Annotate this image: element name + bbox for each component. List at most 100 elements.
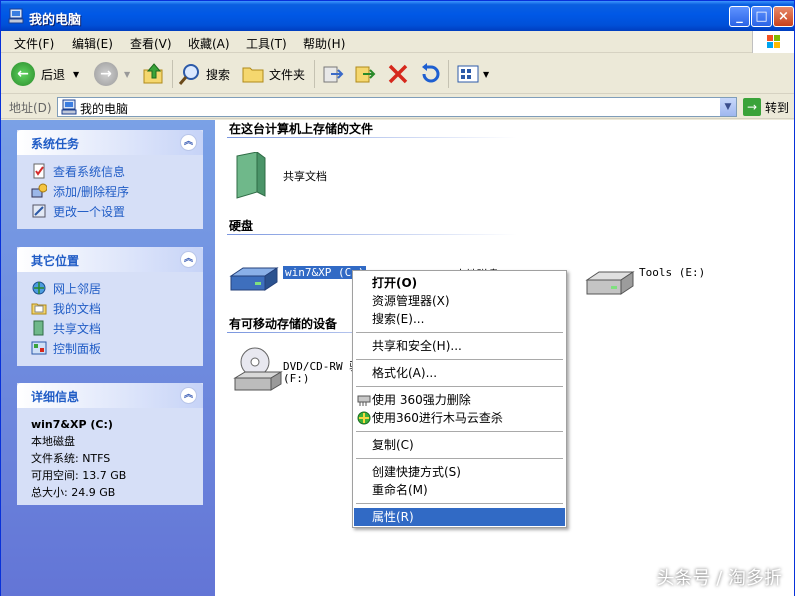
menu-view[interactable]: 查看(V) xyxy=(130,35,172,52)
network-globe-icon xyxy=(32,281,46,295)
collapse-chevron-icon[interactable]: ︽ xyxy=(180,251,197,268)
dvd-drive-label-line2[interactable]: (F:) xyxy=(283,372,310,385)
delete-button[interactable] xyxy=(386,61,410,87)
ctx-separator xyxy=(356,359,563,360)
other-places-box: 其它位置 ︽ 网上邻居 我的文档 共享文档 控制面板 xyxy=(17,247,203,366)
hard-drive-e-icon[interactable] xyxy=(585,270,635,298)
window-title: 我的电脑 xyxy=(29,13,82,28)
close-button[interactable]: × xyxy=(773,6,794,27)
place-label: 我的文档 xyxy=(53,301,102,316)
shredder-icon xyxy=(357,395,371,406)
chevron-down-icon: ▼ xyxy=(73,69,80,79)
system-tasks-header[interactable]: 系统任务 ︽ xyxy=(17,130,203,155)
section-stored-files: 在这台计算机上存储的文件 xyxy=(229,122,374,136)
hard-drive-c-icon[interactable] xyxy=(229,266,279,294)
place-control-panel[interactable]: 控制面板 xyxy=(31,338,193,358)
toolbar-separator xyxy=(172,60,173,88)
ctx-copy[interactable]: 复制(C) xyxy=(354,436,565,454)
undo-button[interactable] xyxy=(418,61,442,87)
shared-documents-label[interactable]: 共享文档 xyxy=(283,168,327,184)
ctx-explorer[interactable]: 资源管理器(X) xyxy=(354,292,565,310)
place-my-documents[interactable]: 我的文档 xyxy=(31,298,193,318)
ctx-separator xyxy=(356,332,563,333)
other-places-header[interactable]: 其它位置 ︽ xyxy=(17,247,203,272)
back-button[interactable]: ← 后退 ▼ xyxy=(11,61,79,87)
menu-tools[interactable]: 工具(T) xyxy=(246,35,287,52)
ctx-separator xyxy=(356,503,563,504)
collapse-chevron-icon[interactable]: ︽ xyxy=(180,134,197,151)
place-label: 网上邻居 xyxy=(53,281,102,296)
title-bar[interactable]: 我的电脑 _ □ × xyxy=(1,1,794,31)
forward-arrow-icon: → xyxy=(94,62,118,86)
control-panel-icon xyxy=(31,341,47,355)
menu-bar: 文件(F) 编辑(E) 查看(V) 收藏(A) 工具(T) 帮助(H) xyxy=(1,31,794,53)
explorer-window: 我的电脑 _ □ × 文件(F) 编辑(E) 查看(V) 收藏(A) 工具(T)… xyxy=(0,0,795,596)
maximize-button[interactable]: □ xyxy=(751,6,772,27)
details-box: 详细信息 ︽ win7&XP (C:) 本地磁盘 文件系统: NTFS 可用空间… xyxy=(17,383,203,505)
search-button[interactable]: 搜索 xyxy=(178,61,230,87)
task-change-setting[interactable]: 更改一个设置 xyxy=(31,201,193,221)
ctx-360-trojan-scan[interactable]: 使用360进行木马云查杀 xyxy=(354,409,565,427)
menu-edit[interactable]: 编辑(E) xyxy=(72,35,113,52)
address-input[interactable]: 我的电脑 ▼ xyxy=(57,97,737,117)
address-dropdown[interactable]: ▼ xyxy=(719,98,736,116)
ctx-separator xyxy=(356,458,563,459)
detail-total-size: 总大小: 24.9 GB xyxy=(31,486,116,499)
task-label: 查看系统信息 xyxy=(53,164,126,179)
detail-filesystem: 文件系统: NTFS xyxy=(31,452,111,465)
ctx-360-force-delete[interactable]: 使用 360强力删除 xyxy=(354,391,565,409)
ctx-separator xyxy=(356,431,563,432)
chevron-down-icon: ▼ xyxy=(483,69,490,79)
shield-360-icon xyxy=(357,411,371,425)
collapse-chevron-icon[interactable]: ︽ xyxy=(180,387,197,404)
menu-help[interactable]: 帮助(H) xyxy=(303,35,345,52)
go-button[interactable]: → 转到 xyxy=(743,98,789,116)
ctx-separator xyxy=(356,386,563,387)
task-pane: 系统任务 ︽ 查看系统信息 添加/删除程序 更改一个设置 其它位置 ︽ 网上邻居… xyxy=(1,120,215,596)
section-divider xyxy=(227,234,517,235)
folders-button[interactable]: 文件夹 xyxy=(241,61,305,87)
chevron-down-icon: ▼ xyxy=(124,69,131,79)
details-header[interactable]: 详细信息 ︽ xyxy=(17,383,203,408)
ctx-search[interactable]: 搜索(E)... xyxy=(354,310,565,328)
go-label: 转到 xyxy=(765,100,790,115)
section-hard-disks: 硬盘 xyxy=(229,219,254,233)
ctx-360-trojan-scan-label: 使用360进行木马云查杀 xyxy=(372,411,503,425)
shared-documents-icon[interactable] xyxy=(231,152,271,200)
task-view-system-info[interactable]: 查看系统信息 xyxy=(31,161,193,181)
section-removable-storage: 有可移动存储的设备 xyxy=(229,317,338,331)
other-places-title: 其它位置 xyxy=(31,254,80,268)
up-folder-button[interactable] xyxy=(142,61,166,87)
place-network[interactable]: 网上邻居 xyxy=(31,278,193,298)
ctx-sharing-security[interactable]: 共享和安全(H)... xyxy=(354,337,565,355)
ctx-create-shortcut[interactable]: 创建快捷方式(S) xyxy=(354,463,565,481)
ctx-properties[interactable]: 属性(R) xyxy=(354,508,565,526)
place-label: 共享文档 xyxy=(53,321,102,336)
forward-button[interactable]: → ▼ xyxy=(94,61,130,87)
task-add-remove-programs[interactable]: 添加/删除程序 xyxy=(31,181,193,201)
back-label: 后退 xyxy=(41,67,66,82)
move-to-icon xyxy=(323,66,344,83)
dvd-drive-icon[interactable] xyxy=(231,346,283,394)
toolbar-separator xyxy=(448,60,449,88)
ctx-format[interactable]: 格式化(A)... xyxy=(354,364,565,382)
drive-e-label[interactable]: Tools (E:) xyxy=(639,266,705,279)
minimize-button[interactable]: _ xyxy=(729,6,750,27)
copy-to-button[interactable] xyxy=(353,61,377,87)
ctx-rename[interactable]: 重命名(M) xyxy=(354,481,565,499)
views-button[interactable]: ▼ xyxy=(456,61,489,87)
watermark-text: 头条号 / 淘多折 xyxy=(656,568,782,589)
go-arrow-icon: → xyxy=(743,98,761,116)
menu-favorites[interactable]: 收藏(A) xyxy=(188,35,230,52)
move-to-button[interactable] xyxy=(321,61,345,87)
place-shared-documents[interactable]: 共享文档 xyxy=(31,318,193,338)
menu-file[interactable]: 文件(F) xyxy=(14,35,54,52)
folders-label: 文件夹 xyxy=(269,67,306,82)
copy-to-icon xyxy=(355,66,376,83)
add-remove-icon xyxy=(31,183,47,198)
delete-x-icon xyxy=(388,64,408,84)
system-tasks-title: 系统任务 xyxy=(31,137,80,151)
ctx-open[interactable]: 打开(O) xyxy=(354,274,565,292)
address-label: 地址(D) xyxy=(9,101,52,115)
undo-icon xyxy=(422,63,440,83)
